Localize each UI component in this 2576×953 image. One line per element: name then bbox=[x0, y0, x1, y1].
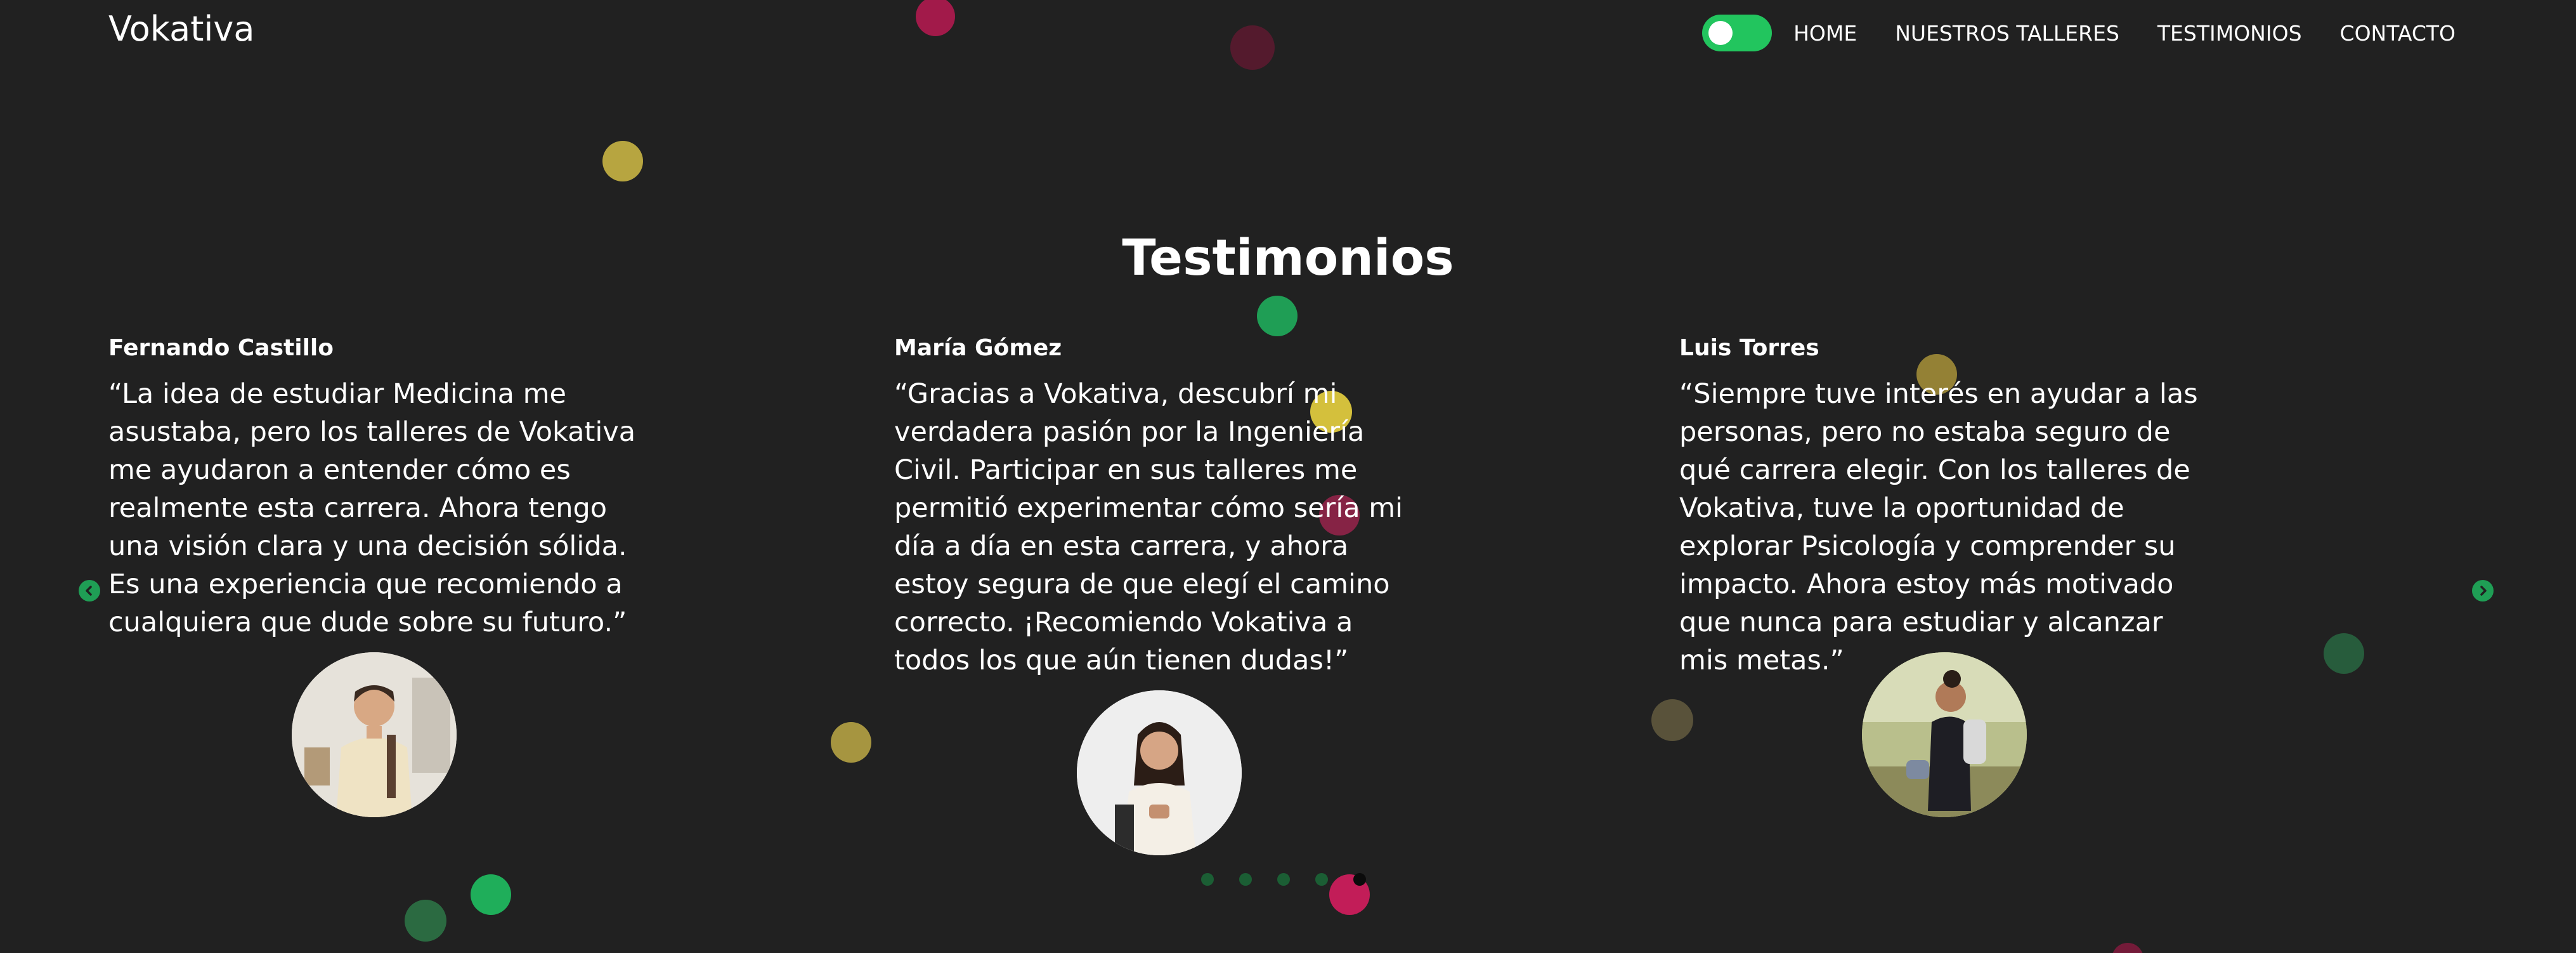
chevron-left-icon bbox=[86, 586, 92, 596]
nav-testimonios[interactable]: TESTIMONIOS bbox=[2157, 21, 2302, 46]
nav-nuestros-talleres[interactable]: NUESTROS TALLERES bbox=[1895, 21, 2119, 46]
decorative-bubble bbox=[2324, 633, 2364, 674]
carousel-dots bbox=[1201, 873, 1391, 886]
decorative-bubble bbox=[831, 722, 871, 763]
section-title: Testimonios bbox=[1122, 230, 1454, 287]
testimonial-quote: “Gracias a Vokativa, descubrí mi verdade… bbox=[894, 378, 1403, 676]
person-photo-icon bbox=[1862, 652, 2027, 817]
avatar-fernando bbox=[292, 652, 457, 817]
carousel-next-button[interactable] bbox=[2472, 580, 2494, 601]
carousel-dot[interactable] bbox=[1239, 873, 1252, 886]
nav-home[interactable]: HOME bbox=[1793, 21, 1857, 46]
decorative-bubble bbox=[2112, 943, 2143, 953]
decorative-bubble bbox=[1651, 699, 1693, 741]
testimonial-name: Luis Torres bbox=[1679, 335, 1819, 361]
page: Vokativa HOME NUESTROS TALLERES TESTIMON… bbox=[0, 0, 2576, 953]
decorative-bubble bbox=[471, 874, 511, 915]
testimonial-quote: “La idea de estudiar Medicina me asustab… bbox=[108, 378, 636, 638]
carousel-prev-button[interactable] bbox=[79, 580, 100, 601]
carousel-dot[interactable] bbox=[1201, 873, 1214, 886]
theme-toggle[interactable] bbox=[1702, 15, 1773, 51]
person-photo-icon bbox=[1077, 690, 1242, 855]
chevron-right-icon bbox=[2480, 586, 2487, 596]
testimonial-name: María Gómez bbox=[894, 335, 1062, 361]
testimonial-quote: “Siempre tuve interés en ayudar a las pe… bbox=[1679, 378, 2198, 676]
avatar-luis bbox=[1862, 652, 2027, 817]
nav-contacto[interactable]: CONTACTO bbox=[2340, 21, 2456, 46]
carousel-dot[interactable] bbox=[1277, 873, 1290, 886]
brand-logo[interactable]: Vokativa bbox=[108, 9, 254, 49]
decorative-bubble bbox=[916, 0, 955, 36]
testimonial-card: Luis Torres “Siempre tuve interés en ayu… bbox=[1679, 335, 2212, 680]
decorative-bubble bbox=[1257, 296, 1298, 336]
testimonial-card: Fernando Castillo “La idea de estudiar M… bbox=[108, 335, 641, 641]
testimonial-name: Fernando Castillo bbox=[108, 335, 334, 361]
carousel-dot-active[interactable] bbox=[1353, 873, 1366, 886]
carousel-dot[interactable] bbox=[1315, 873, 1328, 886]
decorative-bubble bbox=[602, 141, 643, 181]
main-nav: HOME NUESTROS TALLERES TESTIMONIOS CONTA… bbox=[1702, 13, 2456, 53]
person-photo-icon bbox=[292, 652, 457, 817]
toggle-knob bbox=[1708, 21, 1733, 45]
decorative-bubble bbox=[1230, 25, 1275, 70]
decorative-bubble bbox=[405, 900, 446, 942]
avatar-maria bbox=[1077, 690, 1242, 855]
testimonial-card: María Gómez “Gracias a Vokativa, descubr… bbox=[894, 335, 1414, 680]
